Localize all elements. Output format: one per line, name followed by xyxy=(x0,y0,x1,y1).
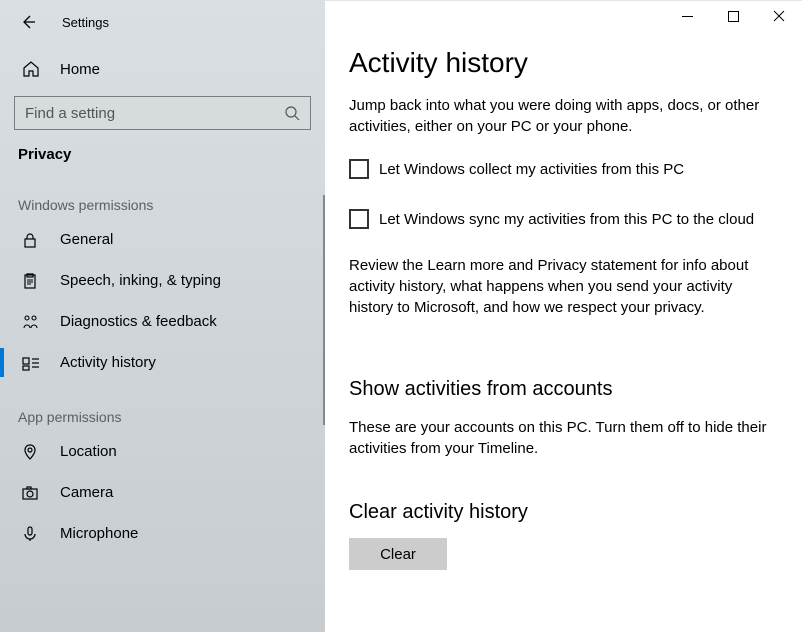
close-button[interactable] xyxy=(756,1,802,31)
nav-microphone[interactable]: Microphone xyxy=(0,513,325,554)
accounts-text: These are your accounts on this PC. Turn… xyxy=(349,417,769,459)
home-label: Home xyxy=(60,61,100,78)
group-label-windows-permissions: Windows permissions xyxy=(0,171,325,219)
search-input[interactable] xyxy=(25,105,284,122)
home-icon xyxy=(22,60,42,78)
nav-general[interactable]: General xyxy=(0,219,325,260)
camera-icon xyxy=(22,485,42,501)
nav-label: Speech, inking, & typing xyxy=(60,272,221,289)
nav-label: Diagnostics & feedback xyxy=(60,313,217,330)
checkbox-sync[interactable]: Let Windows sync my activities from this… xyxy=(349,209,778,229)
sidebar: Settings Home Privacy Windows permission… xyxy=(0,0,325,632)
checkbox-label: Let Windows collect my activities from t… xyxy=(379,161,684,178)
nav-speech[interactable]: Speech, inking, & typing xyxy=(0,260,325,301)
nav-label: Location xyxy=(60,443,117,460)
checkbox-label: Let Windows sync my activities from this… xyxy=(379,211,754,228)
back-button[interactable] xyxy=(18,12,38,32)
nav-label: General xyxy=(60,231,113,248)
lock-icon xyxy=(22,232,42,248)
search-box[interactable] xyxy=(14,96,311,130)
nav-label: Activity history xyxy=(60,354,156,371)
nav-camera[interactable]: Camera xyxy=(0,472,325,513)
group-label-app-permissions: App permissions xyxy=(0,383,325,431)
main-panel: Activity history Jump back into what you… xyxy=(325,0,802,632)
nav-label: Microphone xyxy=(60,525,138,542)
maximize-button[interactable] xyxy=(710,1,756,31)
activity-icon xyxy=(22,355,42,371)
checkbox-collect[interactable]: Let Windows collect my activities from t… xyxy=(349,159,778,179)
nav-diagnostics[interactable]: Diagnostics & feedback xyxy=(0,301,325,342)
checkbox-box xyxy=(349,159,369,179)
minimize-button[interactable] xyxy=(664,1,710,31)
checkbox-box xyxy=(349,209,369,229)
window-title: Settings xyxy=(62,15,109,30)
nav-location[interactable]: Location xyxy=(0,431,325,472)
feedback-icon xyxy=(22,314,42,330)
home-nav[interactable]: Home xyxy=(0,50,325,88)
clipboard-icon xyxy=(22,273,42,289)
page-heading: Activity history xyxy=(349,47,778,79)
review-text: Review the Learn more and Privacy statem… xyxy=(349,255,769,318)
clear-heading: Clear activity history xyxy=(349,501,778,524)
intro-text: Jump back into what you were doing with … xyxy=(349,95,769,137)
nav-activity-history[interactable]: Activity history xyxy=(0,342,325,383)
location-icon xyxy=(22,444,42,460)
category-label: Privacy xyxy=(0,130,325,171)
accounts-heading: Show activities from accounts xyxy=(349,378,778,401)
microphone-icon xyxy=(22,526,42,542)
nav-label: Camera xyxy=(60,484,113,501)
clear-button[interactable]: Clear xyxy=(349,538,447,570)
search-icon xyxy=(284,105,300,121)
